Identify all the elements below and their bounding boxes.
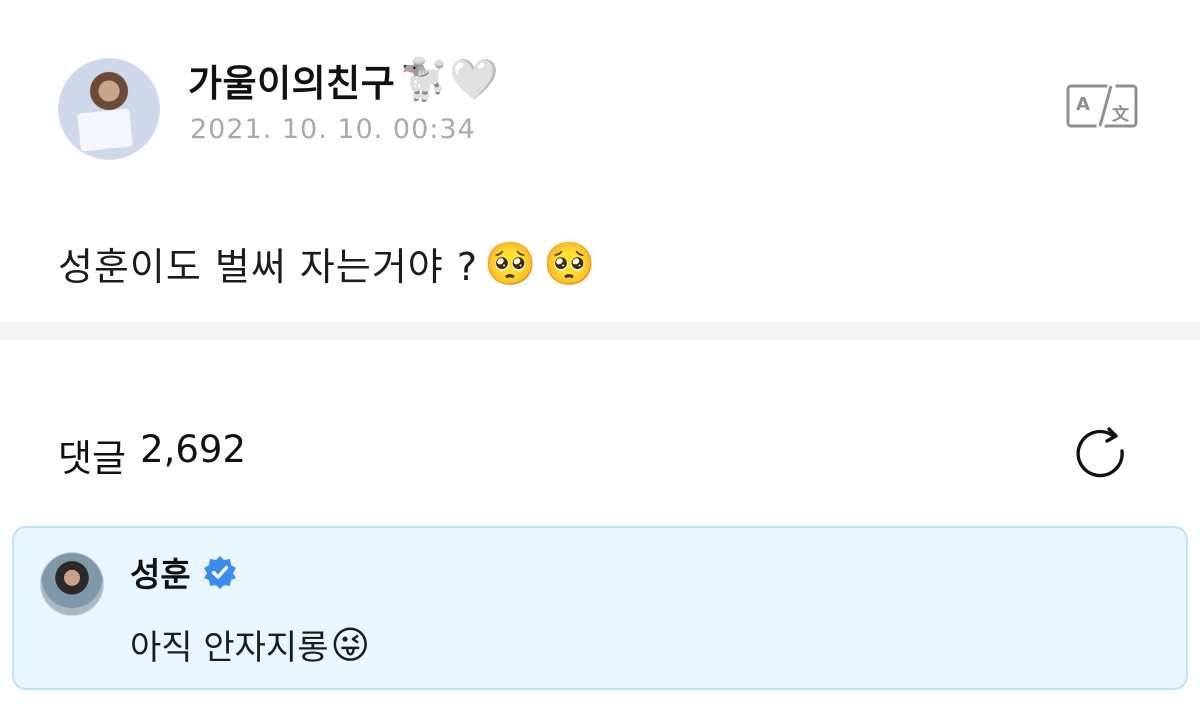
pleading-face-emoji: 🥺 [484,238,538,288]
translate-button[interactable]: A 文 [1066,84,1138,128]
highlighted-comment[interactable]: 성훈 아직 안자지롱 😜 [12,526,1188,690]
comment-text: 아직 안자지롱 😜 [130,620,370,669]
avatar-photo-detail [77,108,133,152]
post-body: 성훈이도 벌써 자는거야 ? 🥺 🥺 [58,236,597,291]
refresh-button[interactable] [1072,424,1132,484]
post-screen: 가울이의친구 🐩🤍 2021. 10. 10. 00:34 A 文 성훈이도 벌… [0,0,1200,719]
post-timestamp: 2021. 10. 10. 00:34 [190,114,476,145]
comments-header: 댓글 2,692 [58,428,246,482]
comment-author-row: 성훈 [130,548,237,596]
author-name[interactable]: 가울이의친구 [188,53,395,107]
author-row: 가울이의친구 🐩🤍 [188,52,499,108]
comment-text-body: 아직 안자지롱 [130,628,329,668]
svg-text:文: 文 [1112,104,1130,125]
refresh-icon [1076,427,1124,478]
winking-tongue-emoji: 😜 [330,622,371,667]
author-avatar[interactable] [58,58,160,160]
comment-author-name[interactable]: 성훈 [130,548,191,596]
comments-label: 댓글 [58,437,127,480]
pleading-face-emoji: 🥺 [543,238,597,288]
post-body-text: 성훈이도 벌써 자는거야 ? [58,245,479,289]
comment-author-avatar[interactable] [40,552,104,616]
svg-text:A: A [1076,94,1090,115]
translate-icon: A 文 [1066,84,1138,128]
comments-count: 2,692 [140,428,247,471]
section-divider [0,322,1200,340]
verified-badge-icon [203,556,236,589]
author-emoji: 🐩🤍 [399,57,499,103]
